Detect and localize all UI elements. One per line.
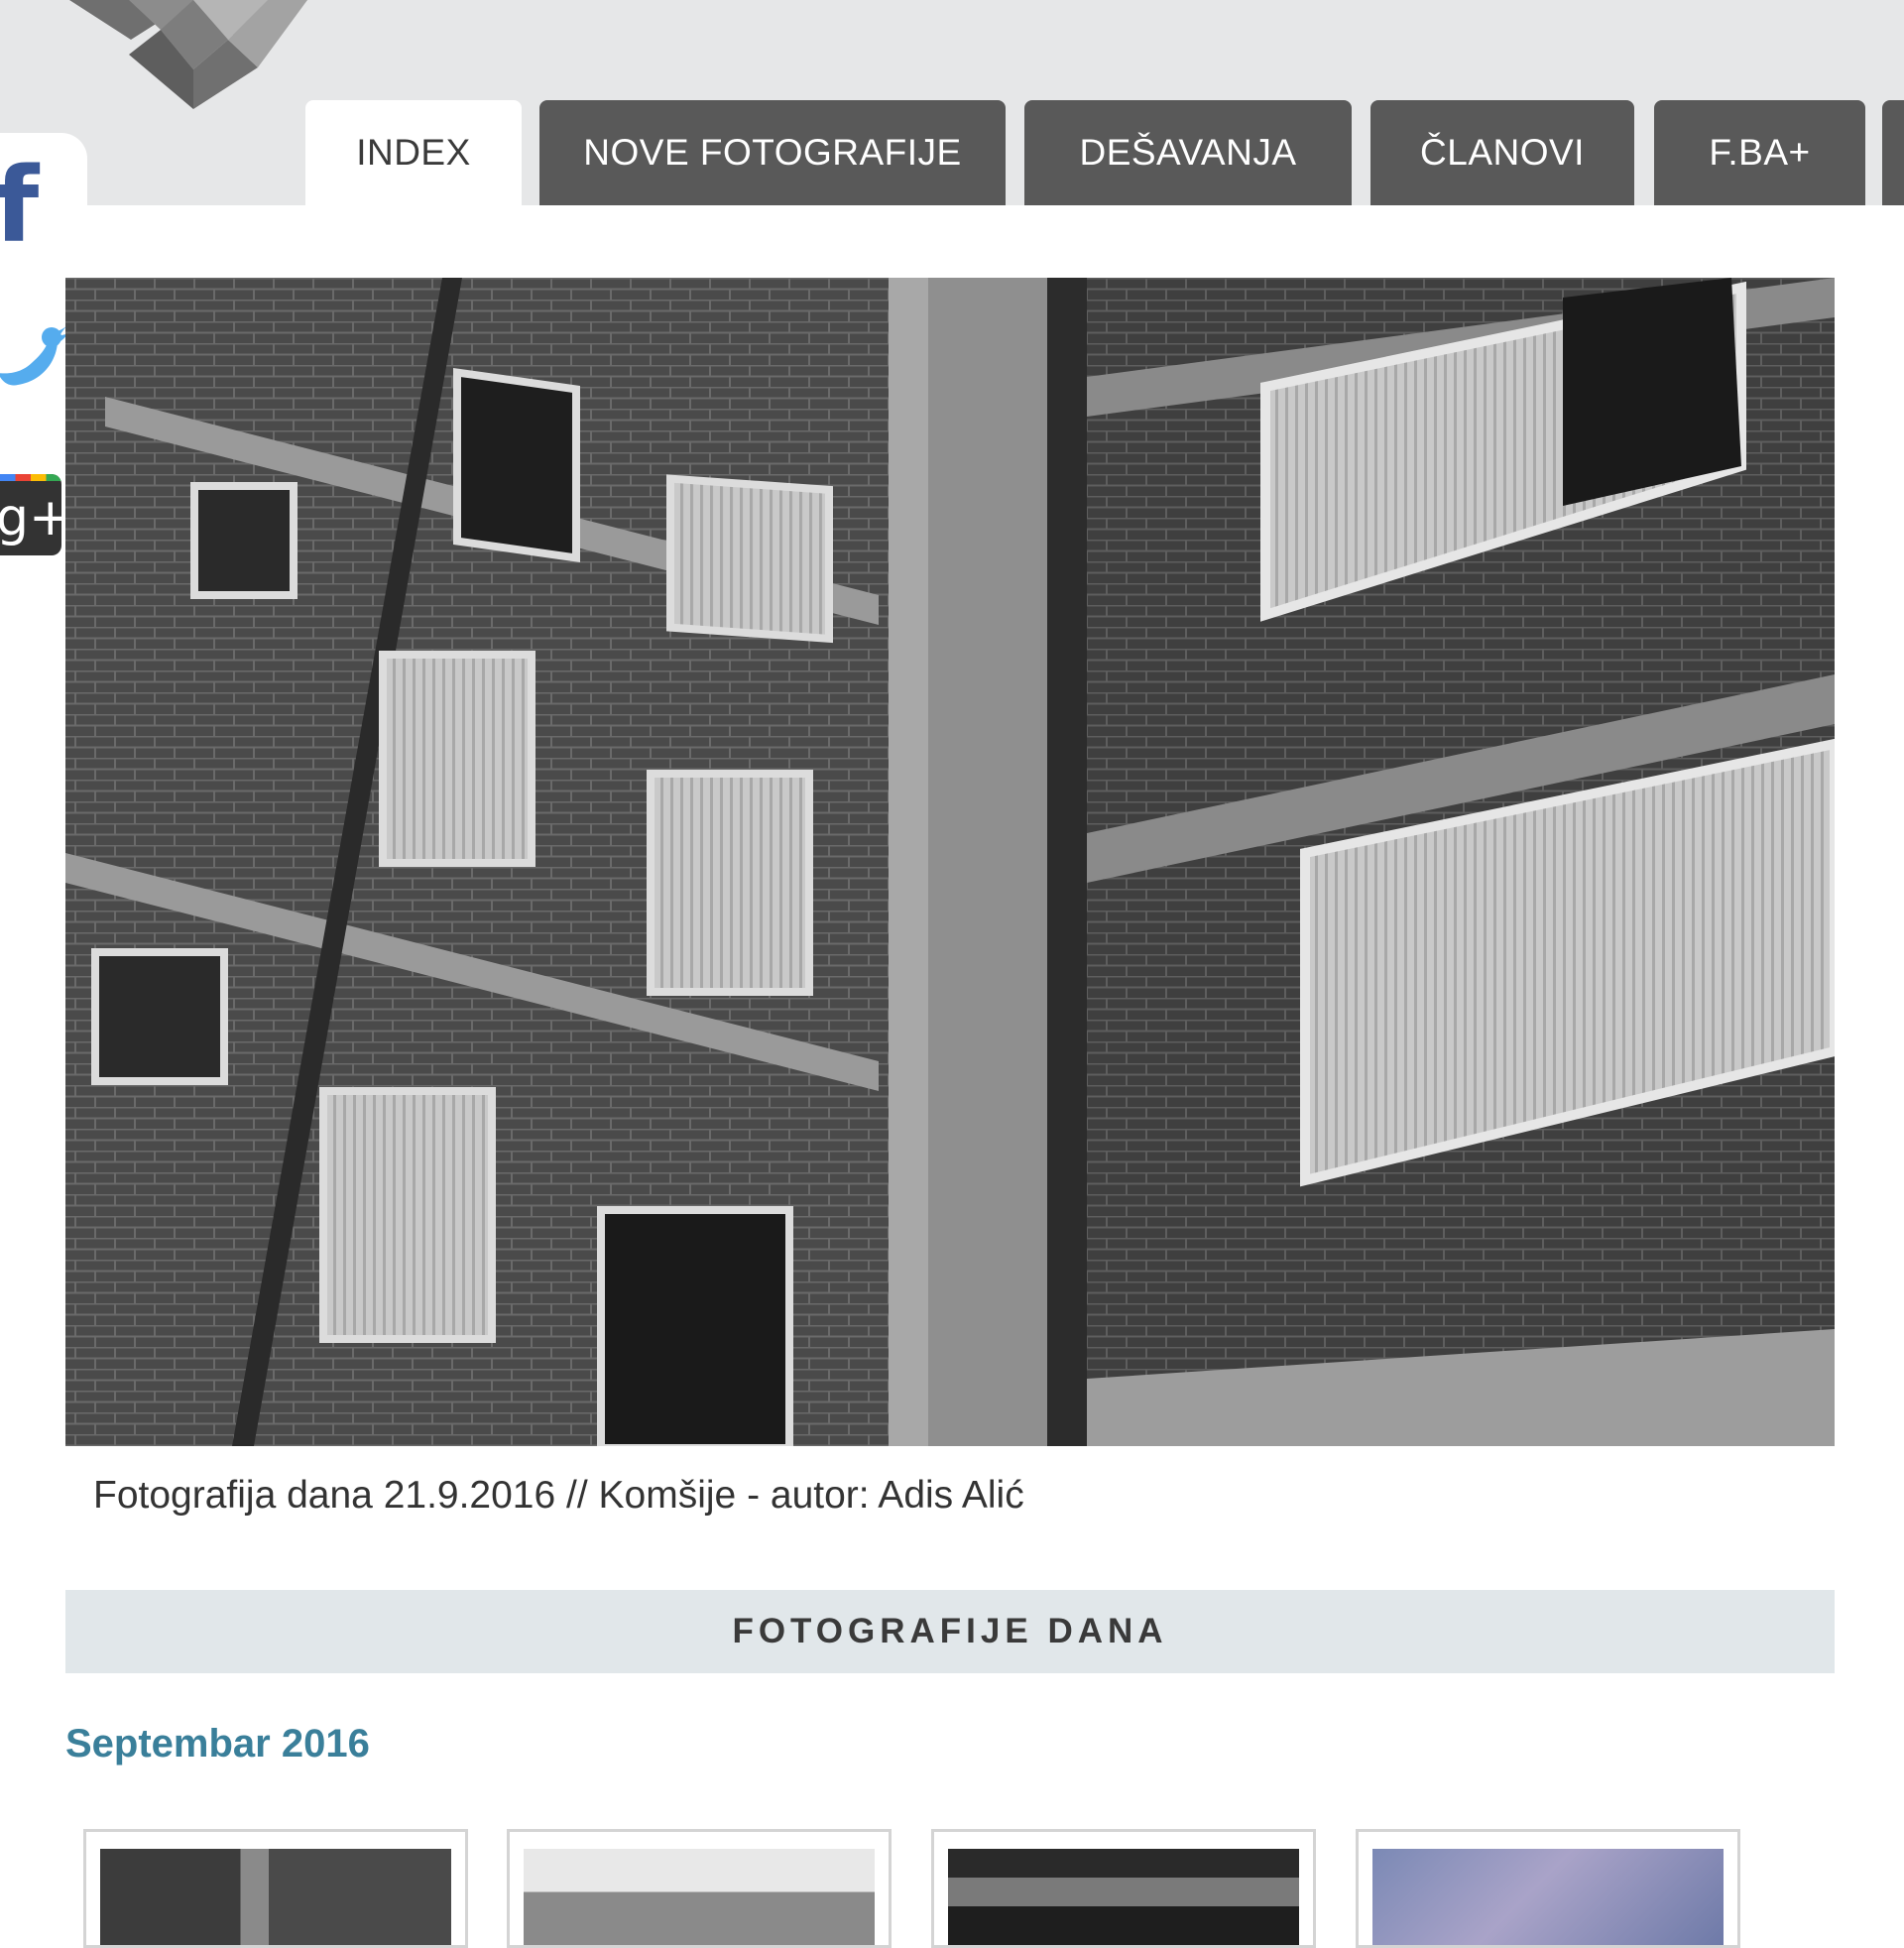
thumbnail-image: [948, 1849, 1299, 1945]
thumbnail-image: [1372, 1849, 1724, 1945]
photo-thumbnail[interactable]: [931, 1829, 1316, 1948]
facebook-share-button[interactable]: f: [0, 151, 79, 260]
tab-nove-fotografije[interactable]: NOVE FOTOGRAFIJE: [539, 100, 1006, 205]
section-title: FOTOGRAFIJE DANA: [732, 1612, 1168, 1650]
tab-index[interactable]: INDEX: [305, 100, 522, 205]
tab-nove-fotografije-label: NOVE FOTOGRAFIJE: [583, 132, 962, 173]
tab-clanovi-label: ČLANOVI: [1420, 132, 1585, 173]
tab-clanovi[interactable]: ČLANOVI: [1370, 100, 1634, 205]
tab-desavanja-label: DEŠAVANJA: [1079, 132, 1297, 173]
photo-thumbnail[interactable]: [83, 1829, 468, 1948]
twitter-icon: [0, 325, 68, 386]
google-plus-share-button[interactable]: g+: [0, 474, 61, 555]
section-header: FOTOGRAFIJE DANA: [65, 1590, 1835, 1673]
tab-fba-plus-label: F.BA+: [1709, 132, 1811, 173]
photo-caption: Fotografija dana 21.9.2016 // Komšije - …: [93, 1474, 1024, 1517]
photo-thumbnail[interactable]: [507, 1829, 892, 1948]
photo-thumbnail[interactable]: [1356, 1829, 1740, 1948]
tab-index-label: INDEX: [356, 132, 471, 173]
site-logo[interactable]: [69, 0, 317, 111]
month-heading[interactable]: Septembar 2016: [65, 1722, 370, 1766]
tab-desavanja[interactable]: DEŠAVANJA: [1024, 100, 1352, 205]
thumbnail-image: [100, 1849, 451, 1945]
thumbnail-image: [524, 1849, 875, 1945]
google-plus-stripe: [0, 474, 61, 481]
google-plus-icon: g+: [0, 488, 61, 548]
tab-fba-plus[interactable]: F.BA+: [1654, 100, 1865, 205]
photo-of-the-day[interactable]: [65, 278, 1835, 1446]
tab-overflow[interactable]: [1882, 100, 1904, 205]
facebook-icon: f: [0, 145, 40, 266]
